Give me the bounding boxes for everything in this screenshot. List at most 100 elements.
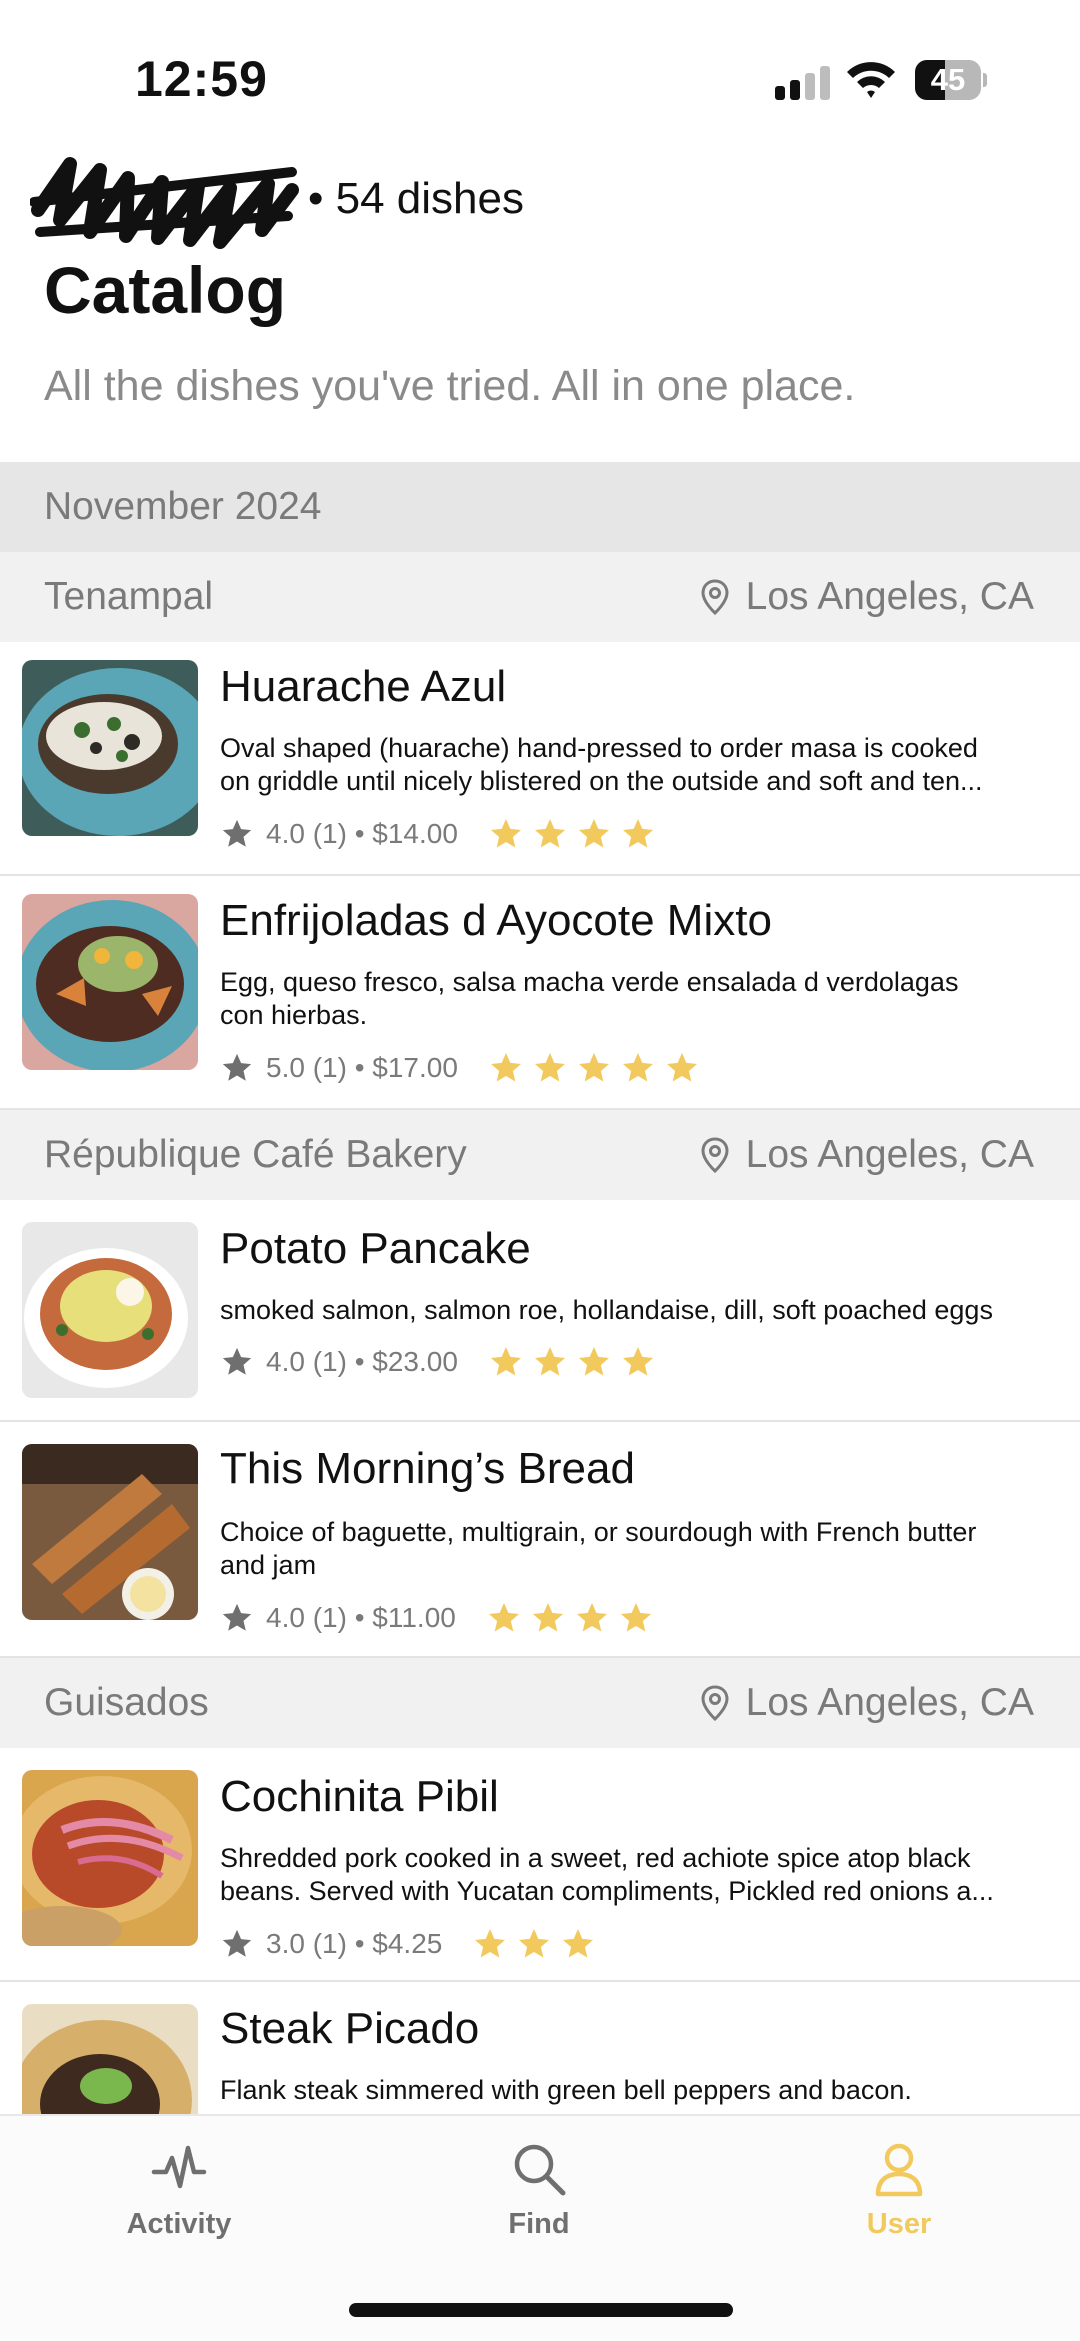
dish-row[interactable]: Huarache Azul Oval shaped (huarache) han… — [0, 642, 1080, 876]
dish-list[interactable]: November 2024 Tenampal Los Angeles, CA H… — [0, 462, 1080, 2114]
dish-description-line: Shredded pork cooked in a sweet, red ach… — [220, 1843, 971, 1873]
dish-name: Enfrijoladas d Ayocote Mixto — [220, 896, 772, 945]
tab-find[interactable]: Find — [439, 2140, 639, 2250]
location-pin-icon — [701, 579, 729, 616]
average-rating-star-icon — [222, 1053, 252, 1081]
battery-icon: 45 — [915, 60, 987, 100]
dish-name: Huarache Azul — [220, 662, 507, 711]
dish-photo-huarache-azul — [22, 660, 198, 836]
rating-price-text: 4.0 (1) • $11.00 — [266, 1602, 456, 1633]
star-rating — [488, 816, 664, 852]
tab-label: Activity — [126, 2208, 232, 2240]
location-pin-icon — [701, 1685, 729, 1722]
star-rating — [472, 1926, 604, 1962]
rating-price-text: 4.0 (1) • $23.00 — [266, 1346, 458, 1377]
user-icon — [875, 2143, 923, 2197]
tab-activity[interactable]: Activity — [79, 2140, 279, 2250]
restaurant-name: Tenampal — [44, 575, 214, 618]
average-rating-star-icon — [222, 1347, 252, 1375]
rating-star-icon — [532, 1603, 563, 1632]
home-indicator[interactable] — [349, 2303, 733, 2317]
dish-description-line: con hierbas. — [220, 1000, 368, 1030]
star-rating — [488, 1344, 664, 1380]
rating-star-icon — [534, 819, 565, 848]
dish-description: Egg, queso fresco, salsa macha verde ens… — [220, 966, 1062, 1032]
rating-star-icon — [666, 1053, 697, 1082]
rating-star-icon — [578, 819, 609, 848]
star-rating — [488, 1050, 708, 1086]
rating-star-icon — [563, 1929, 594, 1958]
page-title: Catalog — [44, 253, 287, 327]
dish-name: This Morning’s Bread — [220, 1444, 635, 1493]
rating-price-text: 5.0 (1) • $17.00 — [266, 1052, 458, 1083]
redacted-username — [30, 157, 299, 249]
dish-photo-morning-bread — [22, 1444, 198, 1620]
rating-star-icon — [519, 1929, 550, 1958]
dish-row[interactable]: Enfrijoladas d Ayocote Mixto Egg, queso … — [0, 876, 1080, 1110]
dish-photo-steak-picado — [22, 2004, 198, 2114]
location-pin-icon — [701, 1137, 729, 1174]
page-subtitle: All the dishes you've tried. All in one … — [44, 362, 856, 410]
dish-photo-cochinita-pibil — [22, 1770, 198, 1946]
rating-star-icon — [488, 1603, 519, 1632]
catalog-header: • 54 dishes Catalog All the dishes you'v… — [0, 150, 1080, 462]
tab-user[interactable]: User — [799, 2140, 999, 2250]
activity-icon — [151, 2145, 207, 2189]
dish-description-line: beans. Served with Yucatan compliments, … — [220, 1876, 994, 1906]
restaurant-name: République Café Bakery — [44, 1133, 467, 1176]
dish-description: Shredded pork cooked in a sweet, red ach… — [220, 1842, 1062, 1908]
average-rating-star-icon — [222, 1929, 252, 1957]
dish-name: Cochinita Pibil — [220, 1772, 499, 1821]
dish-row[interactable]: Potato Pancake smoked salmon, salmon roe… — [0, 1200, 1080, 1422]
wifi-icon — [847, 62, 895, 98]
rating-star-icon — [534, 1347, 565, 1376]
restaurant-header-tenampal[interactable]: Tenampal Los Angeles, CA — [0, 552, 1080, 642]
restaurant-location: Los Angeles, CA — [700, 1658, 1034, 1748]
restaurant-location: Los Angeles, CA — [700, 1110, 1034, 1200]
dish-meta: 4.0 (1) • $14.00 — [220, 816, 664, 852]
average-rating-star-icon — [222, 1603, 252, 1631]
rating-star-icon — [576, 1603, 607, 1632]
dish-description: smoked salmon, salmon roe, hollandaise, … — [220, 1294, 1062, 1327]
dish-description-line: Flank steak simmered with green bell pep… — [220, 2075, 912, 2105]
dish-name: Potato Pancake — [220, 1224, 531, 1273]
search-icon — [514, 2144, 566, 2196]
rating-star-icon — [490, 1053, 521, 1082]
tab-label: Find — [508, 2208, 570, 2240]
cellular-signal-icon — [775, 66, 831, 100]
dish-meta: 5.0 (1) • $17.00 — [220, 1050, 708, 1086]
rating-star-icon — [620, 1603, 651, 1632]
dish-row[interactable]: This Morning’s Bread Choice of baguette,… — [0, 1422, 1080, 1658]
dish-description: Flank steak simmered with green bell pep… — [220, 2074, 1062, 2107]
dish-photo-enfrijoladas — [22, 894, 198, 1070]
restaurant-location: Los Angeles, CA — [700, 552, 1034, 642]
dish-photo-potato-pancake — [22, 1222, 198, 1398]
restaurant-header-republique[interactable]: République Café Bakery Los Angeles, CA — [0, 1110, 1080, 1200]
dish-description-line: Choice of baguette, multigrain, or sourd… — [220, 1517, 977, 1547]
battery-level: 45 — [930, 62, 966, 97]
restaurant-header-guisados[interactable]: Guisados Los Angeles, CA — [0, 1658, 1080, 1748]
rating-star-icon — [534, 1053, 565, 1082]
rating-star-icon — [475, 1929, 506, 1958]
restaurant-location-text: Los Angeles, CA — [745, 575, 1034, 618]
restaurant-location-text: Los Angeles, CA — [745, 1681, 1034, 1724]
rating-price-text: 4.0 (1) • $14.00 — [266, 818, 458, 849]
dish-row[interactable]: Steak Picado Flank steak simmered with g… — [0, 1982, 1080, 2114]
star-rating — [486, 1600, 662, 1636]
dish-meta: 4.0 (1) • $11.00 — [220, 1600, 662, 1636]
rating-star-icon — [490, 819, 521, 848]
dish-description-line: Egg, queso fresco, salsa macha verde ens… — [220, 967, 959, 997]
dish-meta: 4.0 (1) • $23.00 — [220, 1344, 664, 1380]
dish-count: • 54 dishes — [308, 174, 524, 223]
dish-description-line: on griddle until nicely blistered on the… — [220, 766, 983, 796]
dish-meta: 3.0 (1) • $4.25 — [220, 1926, 604, 1962]
dish-description-line: and jam — [220, 1550, 317, 1580]
dish-description: Oval shaped (huarache) hand-pressed to o… — [220, 732, 1062, 798]
average-rating-star-icon — [222, 819, 252, 847]
dish-row[interactable]: Cochinita Pibil Shredded pork cooked in … — [0, 1748, 1080, 1982]
rating-star-icon — [578, 1053, 609, 1082]
rating-price-text: 3.0 (1) • $4.25 — [266, 1928, 443, 1959]
restaurant-name: Guisados — [44, 1681, 209, 1724]
tab-label: User — [866, 2208, 932, 2240]
status-time: 12:59 — [135, 51, 268, 107]
